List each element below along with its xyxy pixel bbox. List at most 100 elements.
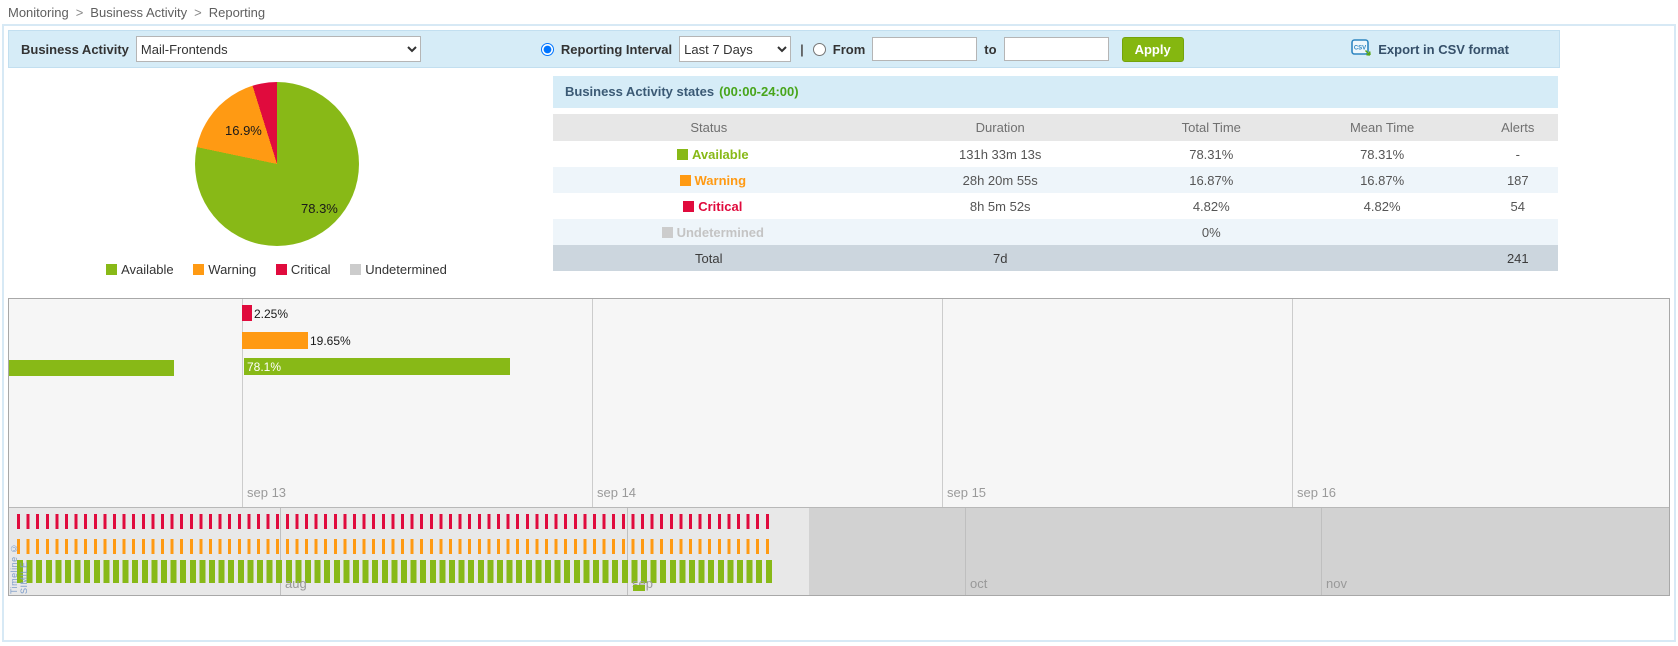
month-label: nov <box>1326 576 1347 591</box>
alerts-cell <box>1478 219 1558 245</box>
day-gridline <box>242 299 243 507</box>
export-csv-label: Export in CSV format <box>1378 42 1509 57</box>
pie-slice-label-available: 78.3% <box>301 201 338 216</box>
month-gridline <box>1321 508 1322 595</box>
states-table-title: Business Activity states (00:00-24:00) <box>553 76 1558 108</box>
timeline-bar-warning <box>242 332 308 349</box>
alerts-cell: 54 <box>1478 193 1558 219</box>
custom-range-radio[interactable] <box>813 43 826 56</box>
pie-chart <box>195 82 359 246</box>
states-table-title-time-range: (00:00-24:00) <box>719 84 799 99</box>
column-header-total-time: Total Time <box>1136 114 1287 141</box>
status-label: Available <box>692 147 749 162</box>
mini-ticks-critical <box>17 514 774 529</box>
breadcrumb-separator: > <box>194 5 202 20</box>
legend-swatch-critical <box>276 264 287 275</box>
breadcrumb: Monitoring > Business Activity > Reporting <box>0 0 1678 24</box>
to-date-input[interactable] <box>1004 37 1109 61</box>
legend-item-available: Available <box>106 262 174 277</box>
mean-time-cell <box>1287 219 1478 245</box>
legend-swatch-undetermined <box>350 264 361 275</box>
mini-sep-marker <box>633 585 645 591</box>
day-gridline <box>592 299 593 507</box>
alerts-cell: - <box>1478 141 1558 167</box>
timeline-watermark: Timeline © SIMILE <box>9 510 29 594</box>
table-row-available: Available 131h 33m 13s 78.31% 78.31% - <box>553 141 1558 167</box>
mini-ticks-available <box>17 560 774 583</box>
duration-cell: 28h 20m 55s <box>865 167 1136 193</box>
pie-panel: 78.3% 16.9% Available Warning Critical U… <box>4 76 549 294</box>
legend-item-critical: Critical <box>276 262 331 277</box>
day-gridline <box>1292 299 1293 507</box>
mean-time-cell: 4.82% <box>1287 193 1478 219</box>
timeline-bar-label: 2.25% <box>254 306 288 322</box>
month-label: oct <box>970 576 987 591</box>
apply-button[interactable]: Apply <box>1122 37 1184 62</box>
duration-cell: 131h 33m 13s <box>865 141 1136 167</box>
breadcrumb-link-reporting[interactable]: Reporting <box>209 5 265 20</box>
states-table-title-text: Business Activity states <box>565 84 714 99</box>
timeline-mini-band[interactable]: Timeline © SIMILE augsepoctnov <box>9 507 1669 595</box>
status-swatch-warning <box>680 175 691 186</box>
total-alerts-cell: 241 <box>1478 245 1558 271</box>
legend-swatch-warning <box>193 264 204 275</box>
legend-label-undetermined: Undetermined <box>365 262 447 277</box>
content-row: 78.3% 16.9% Available Warning Critical U… <box>4 72 1674 294</box>
reporting-interval-select[interactable]: Last 7 Days <box>679 36 791 62</box>
pie-slice-label-warning: 16.9% <box>225 123 262 138</box>
legend-swatch-available <box>106 264 117 275</box>
timeline-bar-label: 78.1% <box>247 359 281 375</box>
breadcrumb-link-business-activity[interactable]: Business Activity <box>90 5 187 20</box>
day-label: sep 14 <box>597 485 636 500</box>
reporting-interval-label: Reporting Interval <box>561 42 672 57</box>
mini-ticks-warning <box>17 539 774 554</box>
breadcrumb-separator: > <box>76 5 84 20</box>
total-time-cell: 0% <box>1136 219 1287 245</box>
mean-time-cell: 78.31% <box>1287 141 1478 167</box>
status-swatch-available <box>677 149 688 160</box>
table-row-warning: Warning 28h 20m 55s 16.87% 16.87% 187 <box>553 167 1558 193</box>
alerts-cell: 187 <box>1478 167 1558 193</box>
total-time-cell: 4.82% <box>1136 193 1287 219</box>
app-frame: Business Activity Mail-Frontends Reporti… <box>2 24 1676 642</box>
table-row-undetermined: Undetermined 0% <box>553 219 1558 245</box>
timeline-chart: sep 13sep 14sep 15sep 162.25%19.65%78.1%… <box>8 298 1670 596</box>
duration-cell: 8h 5m 52s <box>865 193 1136 219</box>
timeline-bar-available-prev <box>9 360 174 376</box>
timeline-main-band[interactable]: sep 13sep 14sep 15sep 162.25%19.65%78.1% <box>9 299 1669 507</box>
to-label: to <box>984 42 996 57</box>
timeline-bar-available <box>244 358 510 375</box>
status-swatch-undetermined <box>662 227 673 238</box>
total-time-cell: 16.87% <box>1136 167 1287 193</box>
legend-item-undetermined: Undetermined <box>350 262 447 277</box>
toolbar-separator: | <box>800 42 804 57</box>
timeline-bar-label: 19.65% <box>310 333 351 349</box>
status-label: Undetermined <box>677 225 764 240</box>
csv-icon: CSV <box>1351 39 1372 59</box>
business-activity-select[interactable]: Mail-Frontends <box>136 36 421 62</box>
column-header-mean-time: Mean Time <box>1287 114 1478 141</box>
reporting-interval-radio[interactable] <box>541 43 554 56</box>
svg-text:CSV: CSV <box>1354 46 1366 52</box>
pie-legend: Available Warning Critical Undetermined <box>4 262 549 277</box>
export-csv-link[interactable]: CSV Export in CSV format <box>1351 39 1509 59</box>
month-gridline <box>965 508 966 595</box>
total-total-time-cell <box>1136 245 1287 271</box>
table-row-total: Total 7d 241 <box>553 245 1558 271</box>
mean-time-cell: 16.87% <box>1287 167 1478 193</box>
total-duration-cell: 7d <box>865 245 1136 271</box>
legend-label-available: Available <box>121 262 174 277</box>
status-label: Critical <box>698 199 742 214</box>
day-label: sep 16 <box>1297 485 1336 500</box>
states-table-header-row: Status Duration Total Time Mean Time Ale… <box>553 114 1558 141</box>
from-date-input[interactable] <box>872 37 977 61</box>
total-time-cell: 78.31% <box>1136 141 1287 167</box>
table-row-critical: Critical 8h 5m 52s 4.82% 4.82% 54 <box>553 193 1558 219</box>
column-header-duration: Duration <box>865 114 1136 141</box>
states-table-panel: Business Activity states (00:00-24:00) St… <box>553 76 1558 294</box>
day-label: sep 13 <box>247 485 286 500</box>
states-table: Status Duration Total Time Mean Time Ale… <box>553 114 1558 271</box>
from-label: From <box>833 42 866 57</box>
breadcrumb-link-monitoring[interactable]: Monitoring <box>8 5 69 20</box>
legend-label-critical: Critical <box>291 262 331 277</box>
